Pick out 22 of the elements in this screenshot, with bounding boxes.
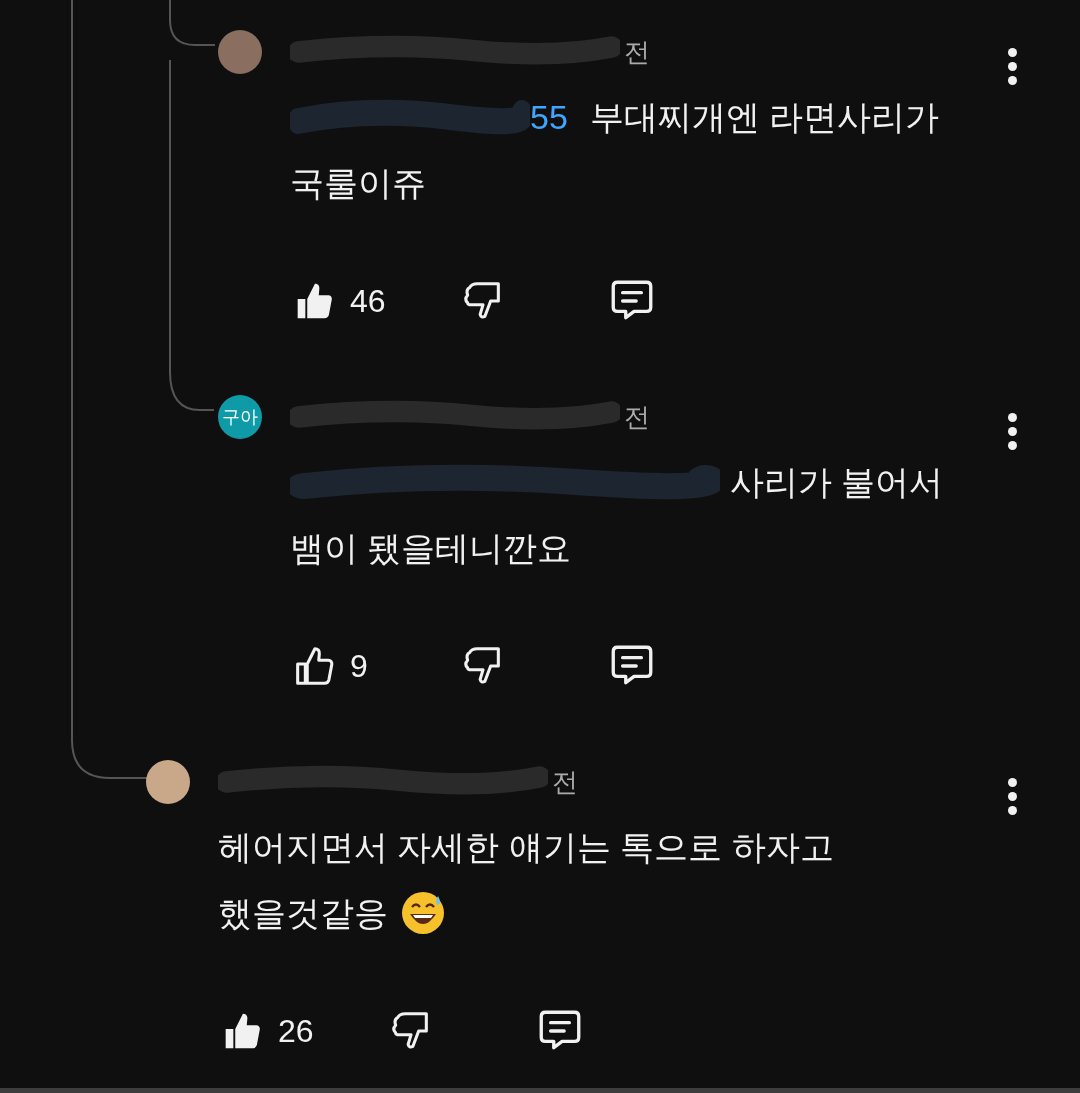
comment-time: 전: [552, 765, 578, 799]
like-button[interactable]: 46: [290, 277, 460, 325]
avatar[interactable]: [218, 30, 262, 74]
more-menu-icon[interactable]: [1006, 48, 1018, 85]
avatar[interactable]: [146, 760, 190, 804]
comment-text: 사리가 불어서: [730, 462, 944, 503]
more-menu-icon[interactable]: [1006, 778, 1018, 815]
comment-text: 했을것같응: [218, 893, 388, 934]
like-count: 26: [278, 1012, 314, 1051]
like-button[interactable]: 9: [290, 642, 460, 690]
like-count: 46: [350, 282, 386, 321]
comment-time: 전: [624, 35, 650, 69]
comment-text: 헤어지면서 자세한 얘기는 톡으로 하자고: [218, 827, 834, 868]
comment-text: 국룰이쥬: [290, 163, 426, 204]
comment-text: 부대찌개엔 라면사리가: [589, 97, 940, 138]
comment-time: 전: [624, 400, 650, 434]
more-menu-icon[interactable]: [1006, 413, 1018, 450]
like-count: 9: [350, 647, 368, 686]
mention-link[interactable]: 55: [530, 84, 568, 150]
comment-text: 뱀이 됐을테니깐요: [290, 528, 572, 569]
sweat-smile-emoji-icon: [400, 890, 446, 936]
like-button[interactable]: 26: [218, 1007, 388, 1055]
